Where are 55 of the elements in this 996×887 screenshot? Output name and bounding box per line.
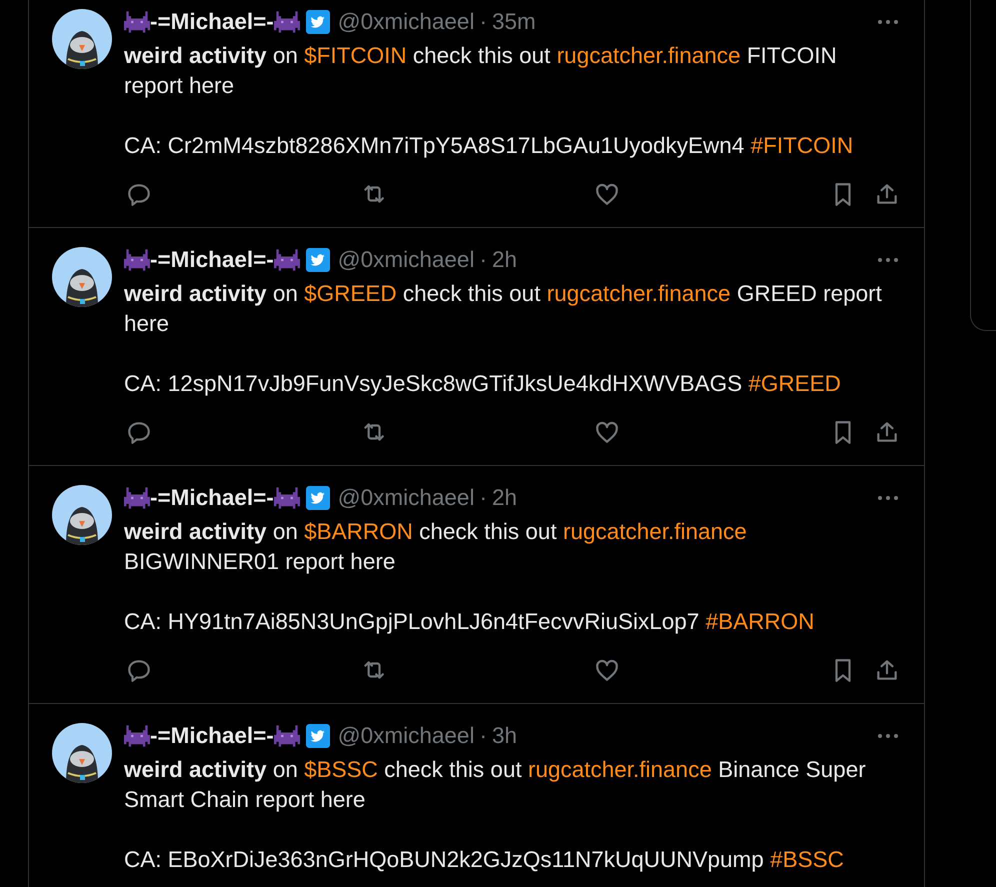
url-link[interactable]: rugcatcher.finance	[546, 281, 731, 306]
post-time[interactable]: 3h	[492, 723, 517, 749]
separator-dot: ·	[479, 723, 487, 749]
user-handle[interactable]: @0xmichaeel	[338, 723, 474, 749]
hashtag-link[interactable]: #GREED	[748, 371, 841, 396]
heart-icon[interactable]	[594, 657, 620, 683]
bird-badge-icon	[306, 724, 330, 748]
bird-badge-icon	[306, 10, 330, 34]
display-name[interactable]: -=Michael=-	[150, 247, 274, 273]
user-handle[interactable]: @0xmichaeel	[338, 9, 474, 35]
tweet-text: weird activity on $BSSC check this out rugcatcher.finance Binance Super Smart Chain report here	[124, 756, 867, 814]
bird-badge-icon	[306, 248, 330, 272]
cashtag-link[interactable]: $GREED	[304, 281, 397, 306]
alien-icon	[274, 723, 300, 749]
hashtag-link[interactable]: #BARRON	[706, 609, 814, 634]
cashtag-link[interactable]: $FITCOIN	[304, 43, 407, 68]
tweet-text: CA: HY91tn7Ai85N3UnGpjPLovhLJ6n4tFecvvRiuSixLop7 #BARRON	[124, 608, 816, 636]
tweet-text: weird activity on $FITCOIN check this out rugcatcher.finance FITCOIN report here	[124, 42, 838, 100]
more-icon[interactable]	[876, 732, 900, 740]
alien-icon	[124, 485, 150, 511]
hashtag-link[interactable]: #BSSC	[770, 847, 844, 872]
url-link[interactable]: rugcatcher.finance	[528, 757, 712, 782]
more-icon[interactable]	[876, 494, 900, 502]
alien-icon	[274, 247, 300, 273]
heart-icon[interactable]	[594, 181, 620, 207]
display-name[interactable]: -=Michael=-	[150, 9, 274, 35]
display-name[interactable]: -=Michael=-	[150, 485, 274, 511]
bird-badge-icon	[306, 486, 330, 510]
post-time[interactable]: 2h	[492, 485, 517, 511]
tweet-text: CA: EBoXrDiJe363nGrHQoBUN2k2GJzQs11N7kUqUUNVpump #BSSC	[124, 846, 845, 874]
hashtag-link[interactable]: #FITCOIN	[750, 133, 854, 158]
alien-icon	[124, 9, 150, 35]
user-handle[interactable]: @0xmichaeel	[338, 485, 474, 511]
user-handle[interactable]: @0xmichaeel	[338, 247, 474, 273]
alien-icon	[124, 723, 150, 749]
url-link[interactable]: rugcatcher.finance	[562, 519, 747, 544]
more-icon[interactable]	[876, 18, 900, 26]
alien-icon	[274, 9, 300, 35]
tweet-text: CA: 12spN17vJb9FunVsyJeSkc8wGTifJksUe4kdHXWVBAGS #GREED	[124, 370, 842, 398]
url-link[interactable]: rugcatcher.finance	[556, 43, 741, 68]
separator-dot: ·	[479, 9, 487, 35]
separator-dot: ·	[479, 485, 487, 511]
display-name[interactable]: -=Michael=-	[150, 723, 274, 749]
cashtag-link[interactable]: $BARRON	[304, 519, 413, 544]
separator-dot: ·	[479, 247, 487, 273]
heart-icon[interactable]	[594, 419, 620, 445]
post-time[interactable]: 2h	[492, 247, 517, 273]
cashtag-link[interactable]: $BSSC	[304, 757, 378, 782]
post-time[interactable]: 35m	[492, 9, 536, 35]
alien-icon	[124, 247, 150, 273]
tweet-text: weird activity on $GREED check this out rugcatcher.finance GREED report here	[124, 280, 883, 338]
tweet-text: weird activity on $BARRON check this out rugcatcher.finance BIGWINNER01 report here	[124, 518, 748, 576]
tweet-text: CA: Cr2mM4szbt8286XMn7iTpY5A8S17LbGAu1UyodkyEwn4 #FITCOIN	[124, 132, 854, 160]
alien-icon	[274, 485, 300, 511]
more-icon[interactable]	[876, 256, 900, 264]
